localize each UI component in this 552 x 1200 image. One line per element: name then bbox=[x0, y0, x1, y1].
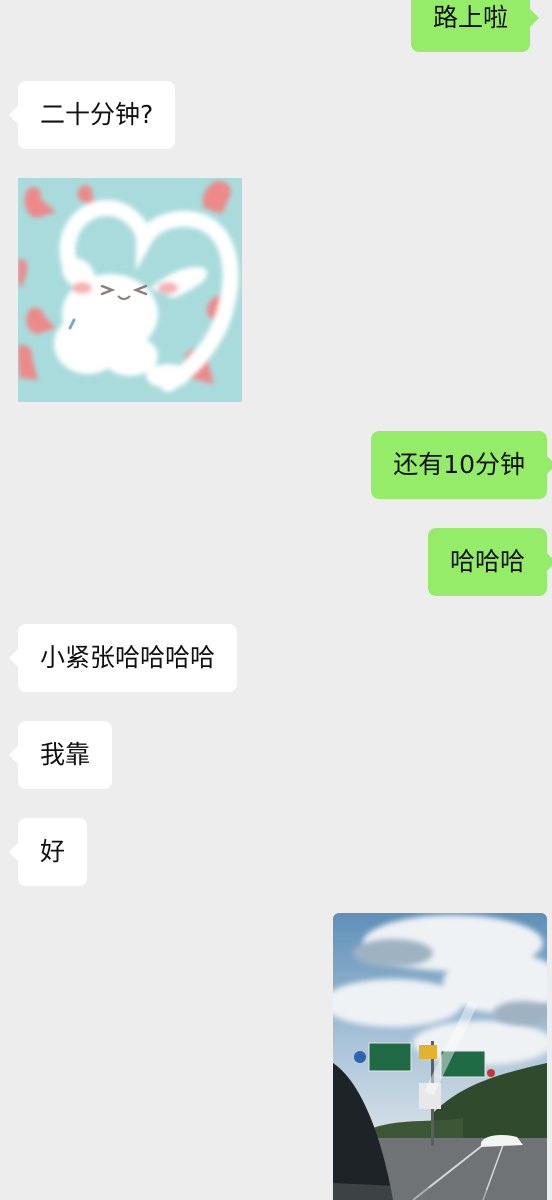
message-text: 哈哈哈 bbox=[449, 547, 525, 576]
message-text: 小紧张哈哈哈哈 bbox=[40, 643, 216, 672]
cat-heart-sticker-icon[interactable] bbox=[18, 178, 242, 402]
message-text: 二十分钟? bbox=[40, 100, 154, 129]
chat-message-list[interactable]: 路上啦 二十分钟? 还有10分钟 哈哈哈 小紧张哈哈哈哈 我靠 好 bbox=[0, 0, 552, 1200]
message-bubble-incoming[interactable]: 好 bbox=[8, 818, 88, 886]
highway-road-sign-photo[interactable] bbox=[333, 913, 547, 1200]
message-bubble-incoming[interactable]: 二十分钟? bbox=[8, 81, 176, 149]
message-bubble-outgoing[interactable]: 还有10分钟 bbox=[371, 431, 552, 499]
message-bubble-outgoing[interactable]: 哈哈哈 bbox=[427, 528, 552, 596]
message-text: 好 bbox=[40, 837, 66, 866]
message-text: 还有10分钟 bbox=[393, 450, 525, 479]
message-text: 路上啦 bbox=[432, 3, 508, 32]
message-bubble-outgoing[interactable]: 路上啦 bbox=[410, 0, 540, 52]
sticker-image bbox=[18, 178, 242, 402]
photo-image bbox=[333, 913, 547, 1200]
message-bubble-incoming[interactable]: 小紧张哈哈哈哈 bbox=[8, 624, 238, 692]
message-text: 我靠 bbox=[40, 740, 91, 769]
message-bubble-incoming[interactable]: 我靠 bbox=[8, 721, 113, 789]
